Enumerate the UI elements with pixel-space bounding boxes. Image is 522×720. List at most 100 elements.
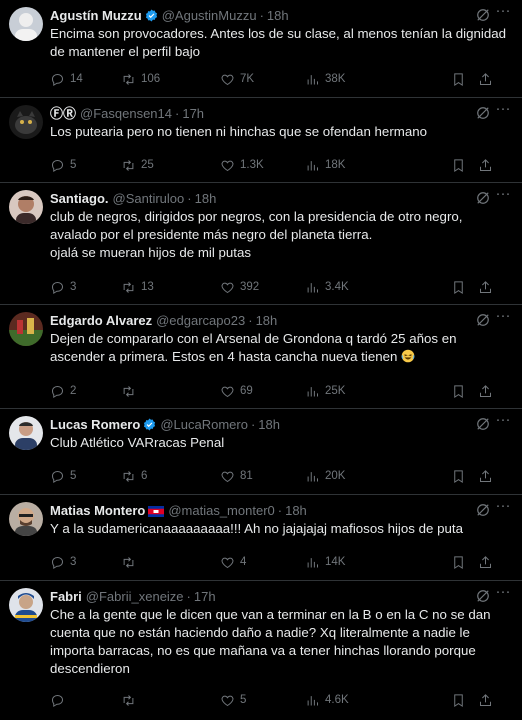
post-time[interactable]: 17h xyxy=(182,106,204,121)
more-icon[interactable]: ··· xyxy=(494,498,512,516)
reply-button[interactable]: 2 xyxy=(50,382,76,400)
views-icon xyxy=(307,74,318,84)
post-time[interactable]: 18h xyxy=(195,191,217,206)
post-time[interactable]: 17h xyxy=(194,589,216,604)
more-icon[interactable]: ··· xyxy=(494,308,512,326)
share-icon xyxy=(480,384,491,397)
like-button[interactable]: 392 xyxy=(220,278,259,296)
author-handle[interactable]: @matias_monter0 xyxy=(168,503,274,518)
share-button[interactable] xyxy=(478,156,493,174)
views-button[interactable]: 20K xyxy=(305,467,345,485)
views-button[interactable]: 18K xyxy=(305,156,345,174)
like-button[interactable]: 5 xyxy=(220,691,246,709)
share-button[interactable] xyxy=(478,382,493,400)
grok-icon[interactable] xyxy=(474,189,492,207)
bookmark-button[interactable] xyxy=(451,467,466,485)
more-icon[interactable]: ··· xyxy=(494,3,512,21)
like-count: 7K xyxy=(240,73,255,85)
reply-button[interactable]: 5 xyxy=(50,467,76,485)
author-name[interactable]: Fabri xyxy=(50,589,82,604)
like-button[interactable]: 81 xyxy=(220,467,253,485)
share-button[interactable] xyxy=(478,553,493,571)
author-name[interactable]: Matias Montero xyxy=(50,503,145,518)
share-button[interactable] xyxy=(478,278,493,296)
avatar[interactable] xyxy=(9,190,43,224)
reply-button[interactable]: 3 xyxy=(50,553,76,571)
reply-button[interactable] xyxy=(50,691,70,709)
post[interactable]: ⒻⓇ @Fasqensen14 · 17h ··· Los putearia pero… xyxy=(0,98,522,183)
grok-icon[interactable] xyxy=(474,6,492,24)
author-name[interactable]: Lucas Romero xyxy=(50,417,140,432)
avatar[interactable] xyxy=(9,416,43,450)
bookmark-button[interactable] xyxy=(451,70,466,88)
verified-badge-icon xyxy=(145,9,158,25)
avatar[interactable] xyxy=(9,502,43,536)
grok-icon[interactable] xyxy=(474,311,492,329)
post-time[interactable]: 18h xyxy=(285,503,307,518)
more-icon[interactable]: ··· xyxy=(494,101,512,119)
share-button[interactable] xyxy=(478,691,493,709)
views-button[interactable]: 14K xyxy=(305,553,345,571)
retweet-button[interactable]: 25 xyxy=(121,156,154,174)
retweet-icon xyxy=(123,159,134,171)
retweet-button[interactable]: 13 xyxy=(121,278,154,296)
views-count: 20K xyxy=(325,470,346,482)
post[interactable]: Edgardo Alvarez @edgarcapo23 · 18h ··· Deje… xyxy=(0,305,522,409)
author-handle[interactable]: @edgarcapo23 xyxy=(156,313,245,328)
post[interactable]: Matias Montero @matias_monter0 · 18h ··· Y … xyxy=(0,495,522,581)
post[interactable]: Fabri @Fabrii_xeneize · 17h ··· Che a la ge… xyxy=(0,581,522,720)
retweet-button[interactable] xyxy=(121,553,141,571)
avatar[interactable] xyxy=(9,7,43,41)
like-button[interactable]: 1.3K xyxy=(220,156,264,174)
avatar[interactable] xyxy=(9,588,43,622)
bookmark-button[interactable] xyxy=(451,278,466,296)
retweet-button[interactable] xyxy=(121,691,141,709)
grok-icon[interactable] xyxy=(474,587,492,605)
grok-icon[interactable] xyxy=(474,104,492,122)
reply-button[interactable]: 14 xyxy=(50,70,83,88)
avatar[interactable] xyxy=(9,105,43,139)
reply-button[interactable]: 3 xyxy=(50,278,76,296)
more-icon[interactable]: ··· xyxy=(494,412,512,430)
reply-button[interactable]: 5 xyxy=(50,156,76,174)
retweet-button[interactable] xyxy=(121,382,141,400)
retweet-button[interactable]: 106 xyxy=(121,70,160,88)
retweet-button[interactable]: 6 xyxy=(121,467,147,485)
bookmark-button[interactable] xyxy=(451,553,466,571)
views-button[interactable]: 38K xyxy=(305,70,345,88)
grok-icon[interactable] xyxy=(474,415,492,433)
author-handle[interactable]: @LucaRomero xyxy=(160,417,248,432)
share-button[interactable] xyxy=(478,70,493,88)
views-button[interactable]: 4.6K xyxy=(305,691,349,709)
post-time[interactable]: 18h xyxy=(267,8,289,23)
more-icon[interactable]: ··· xyxy=(494,584,512,602)
like-button[interactable]: 7K xyxy=(220,70,254,88)
post[interactable]: Lucas Romero @LucaRomero · 18h ··· Club Atl… xyxy=(0,409,522,495)
like-button[interactable]: 69 xyxy=(220,382,253,400)
author-name[interactable]: Edgardo Alvarez xyxy=(50,313,152,328)
bookmark-button[interactable] xyxy=(451,156,466,174)
post[interactable]: Agustín Muzzu @AgustinMuzzu · 18h ··· Encim… xyxy=(0,0,522,98)
author-handle[interactable]: @AgustinMuzzu xyxy=(162,8,257,23)
author-name[interactable]: ⒻⓇ xyxy=(50,106,76,121)
author-name[interactable]: Santiago. xyxy=(50,191,109,206)
author-handle[interactable]: @Fasqensen14 xyxy=(80,106,172,121)
author-handle[interactable]: @Fabrii_xeneize xyxy=(86,589,184,604)
author-name[interactable]: Agustín Muzzu xyxy=(50,8,142,23)
views-count: 4.6K xyxy=(325,694,349,706)
views-button[interactable]: 3.4K xyxy=(305,278,349,296)
bookmark-button[interactable] xyxy=(451,382,466,400)
like-button[interactable]: 4 xyxy=(220,553,246,571)
more-icon[interactable]: ··· xyxy=(494,186,512,204)
views-button[interactable]: 25K xyxy=(305,382,345,400)
like-icon xyxy=(221,160,234,171)
post[interactable]: Santiago. @Santiruloo · 18h ··· club de neg… xyxy=(0,183,522,305)
share-button[interactable] xyxy=(478,467,493,485)
post-time[interactable]: 18h xyxy=(258,417,280,432)
post-actions: 3 13 392 3.4K xyxy=(50,278,510,296)
avatar[interactable] xyxy=(9,312,43,346)
grok-icon[interactable] xyxy=(474,501,492,519)
bookmark-button[interactable] xyxy=(451,691,466,709)
post-time[interactable]: 18h xyxy=(256,313,278,328)
author-handle[interactable]: @Santiruloo xyxy=(113,191,185,206)
